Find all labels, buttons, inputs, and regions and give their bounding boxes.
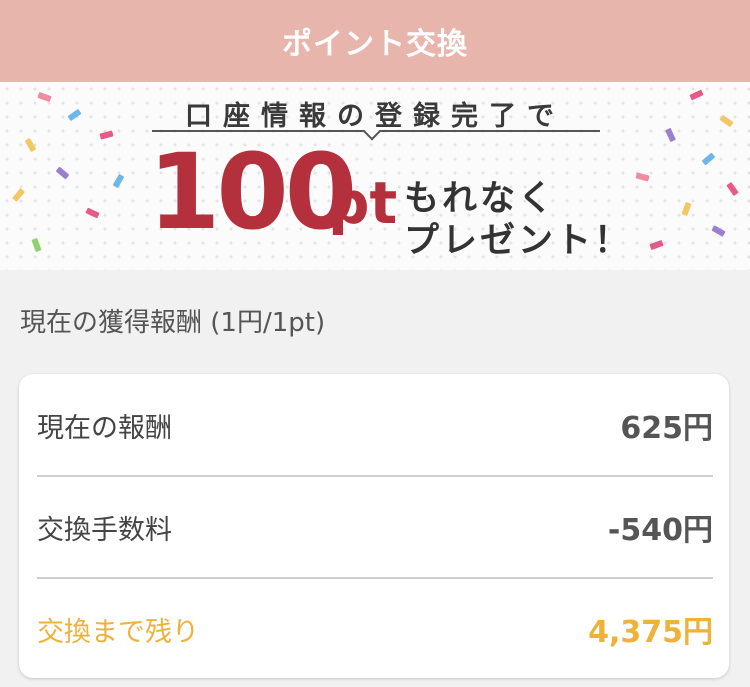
confetti: [24, 137, 37, 153]
banner-text-line2: プレゼント！: [404, 221, 633, 261]
confetti: [112, 173, 125, 189]
row-value: -540円: [607, 513, 713, 548]
reward-summary-card: 現在の報酬 625円 交換手数料 -540円 交換まで残り 4,375円: [19, 374, 729, 678]
page-title: ポイント交換: [282, 27, 468, 62]
row-label: 現在の報酬: [37, 412, 172, 444]
confetti: [711, 225, 726, 237]
confetti: [701, 152, 716, 166]
confetti: [635, 172, 650, 182]
confetti: [85, 207, 100, 219]
exchange-fee-row: 交換手数料 -540円: [37, 476, 713, 578]
row-value: 4,375円: [588, 615, 713, 650]
confetti: [55, 166, 70, 180]
current-reward-row: 現在の報酬 625円: [37, 374, 713, 476]
confetti: [31, 237, 42, 253]
row-value: 625円: [620, 411, 713, 446]
confetti: [12, 188, 25, 202]
promo-banner[interactable]: 口座情報の登録完了で 100 pt もれなく プレゼント！: [0, 82, 750, 270]
confetti: [681, 201, 692, 217]
confetti: [649, 239, 664, 251]
points-unit: pt: [328, 169, 398, 237]
points-amount: 100: [148, 131, 357, 253]
row-label: 交換まで残り: [37, 616, 199, 648]
confetti: [726, 181, 739, 197]
section-title: 現在の獲得報酬 (1円/1pt): [20, 308, 326, 338]
row-label: 交換手数料: [37, 514, 172, 546]
remaining-until-exchange-row: 交換まで残り 4,375円: [37, 578, 713, 680]
app-header: ポイント交換: [0, 0, 750, 82]
